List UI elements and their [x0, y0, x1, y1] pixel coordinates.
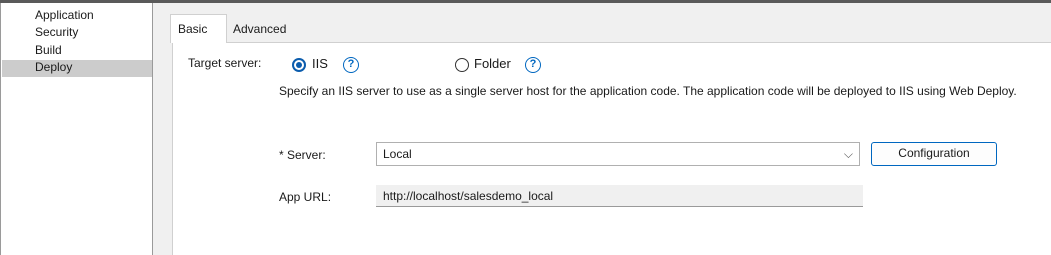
- folder-radio-label[interactable]: Folder: [474, 56, 511, 71]
- app-url-field[interactable]: http://localhost/salesdemo_local: [376, 185, 863, 207]
- server-dropdown-value: Local: [383, 147, 412, 161]
- app-url-label: App URL:: [279, 190, 332, 204]
- configuration-button[interactable]: Configuration: [871, 142, 997, 166]
- sidebar-item-deploy[interactable]: Deploy: [2, 60, 152, 77]
- iis-radio-label[interactable]: IIS: [312, 56, 328, 71]
- sidebar-item-security[interactable]: Security: [2, 25, 152, 42]
- deploy-settings-pane: Basic Advanced Target server: IIS ? Fold…: [154, 3, 1051, 255]
- folder-help-icon[interactable]: ?: [525, 57, 541, 73]
- chevron-down-icon: ⌵: [843, 147, 853, 161]
- tab-basic[interactable]: Basic: [170, 14, 227, 43]
- iis-radio[interactable]: [292, 58, 306, 72]
- folder-radio[interactable]: [455, 58, 469, 72]
- iis-description: Specify an IIS server to use as a single…: [279, 84, 1017, 98]
- server-dropdown[interactable]: Local ⌵: [376, 142, 860, 166]
- target-server-label: Target server:: [188, 56, 262, 70]
- sidebar-item-build[interactable]: Build: [2, 43, 152, 60]
- basic-tab-panel: Target server: IIS ? Folder ? Specify an…: [172, 42, 1051, 255]
- tab-advanced[interactable]: Advanced: [226, 17, 298, 42]
- iis-help-icon[interactable]: ?: [343, 57, 359, 73]
- sidebar-item-application[interactable]: Application: [2, 8, 152, 25]
- project-settings-sidebar: Application Security Build Deploy: [0, 3, 153, 255]
- server-label: * Server:: [279, 148, 326, 162]
